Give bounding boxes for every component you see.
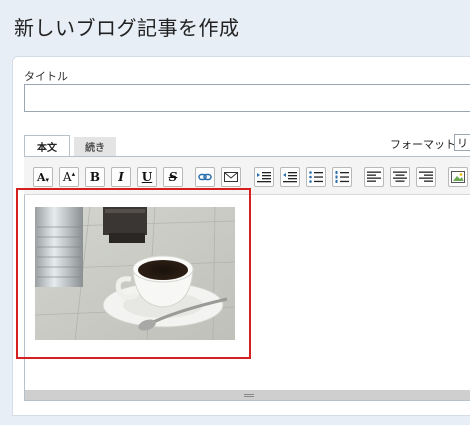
strikethrough-button[interactable]: S xyxy=(163,167,183,187)
insert-link-button[interactable] xyxy=(195,167,215,187)
indent-button[interactable] xyxy=(254,167,274,187)
bullet-list-icon xyxy=(309,171,323,183)
bullet-list-button[interactable] xyxy=(306,167,326,187)
align-center-button[interactable] xyxy=(390,167,410,187)
underline-button[interactable]: U xyxy=(137,167,157,187)
insert-image-icon xyxy=(451,171,465,183)
italic-button[interactable]: I xyxy=(111,167,131,187)
bold-icon: B xyxy=(89,170,101,184)
email-icon xyxy=(224,172,238,182)
align-center-icon xyxy=(393,171,407,183)
numbered-list-button[interactable] xyxy=(332,167,352,187)
align-right-button[interactable] xyxy=(416,167,436,187)
grip-icon xyxy=(244,393,254,397)
italic-icon: I xyxy=(118,170,124,184)
font-size-decrease-button[interactable]: A ▾ xyxy=(33,167,53,187)
outdent-icon xyxy=(283,171,297,183)
tab-body[interactable]: 本文 xyxy=(24,135,70,156)
image-selection-highlight xyxy=(16,188,251,359)
indent-icon xyxy=(257,171,271,183)
strikethrough-icon: S xyxy=(168,170,178,184)
insert-email-button[interactable] xyxy=(221,167,241,187)
tab-continuation[interactable]: 続き xyxy=(74,137,116,156)
font-size-increase-button[interactable]: A ▴ xyxy=(59,167,79,187)
font-size-increase-icon: A ▴ xyxy=(62,170,76,184)
title-input[interactable] xyxy=(24,84,470,112)
align-right-icon xyxy=(419,171,433,183)
underline-icon: U xyxy=(141,170,153,184)
align-left-icon xyxy=(367,171,381,183)
outdent-button[interactable] xyxy=(280,167,300,187)
link-icon xyxy=(198,172,212,182)
format-label: フォーマット: xyxy=(390,138,460,151)
numbered-list-icon xyxy=(335,171,349,183)
editor-resize-handle[interactable] xyxy=(25,390,470,400)
title-field-label: タイトル xyxy=(24,70,68,83)
align-left-button[interactable] xyxy=(364,167,384,187)
format-select[interactable]: リ xyxy=(454,134,470,151)
insert-image-button[interactable] xyxy=(448,167,468,187)
page-title: 新しいブログ記事を作成 xyxy=(14,16,240,40)
font-size-decrease-icon: A ▾ xyxy=(36,170,50,184)
bold-button[interactable]: B xyxy=(85,167,105,187)
